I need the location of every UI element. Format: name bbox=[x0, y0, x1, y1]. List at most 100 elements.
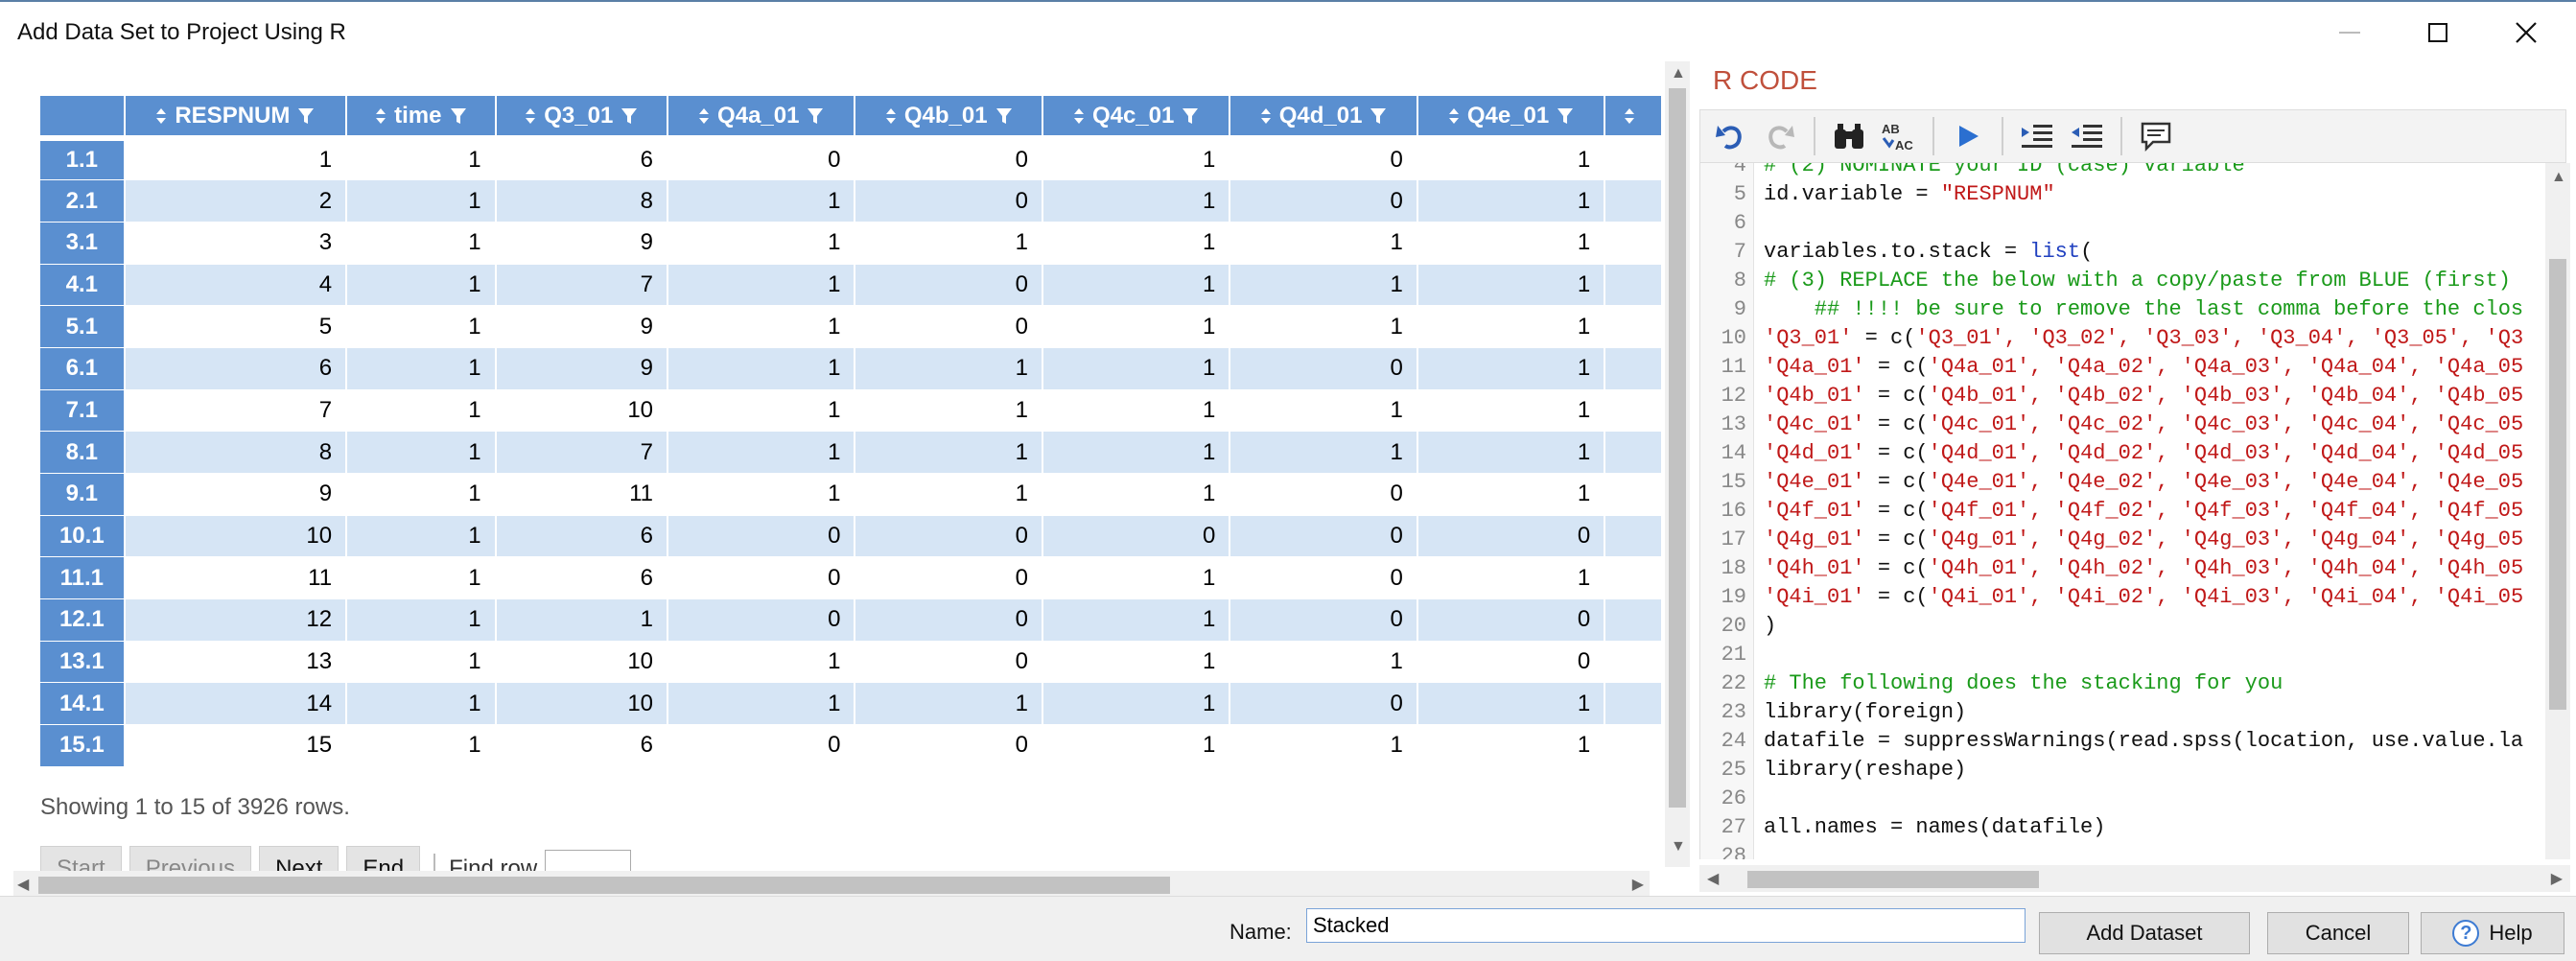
table-row[interactable]: 6.1 6 1 9 1 1 1 0 1 bbox=[40, 347, 1663, 390]
table-row[interactable]: 15.1 15 1 6 0 0 1 1 1 bbox=[40, 724, 1663, 767]
code-line: 10 'Q3_01' = c('Q3_01', 'Q3_02', 'Q3_03',… bbox=[1700, 324, 2543, 353]
column-header[interactable]: time bbox=[346, 96, 497, 141]
table-row[interactable]: 3.1 3 1 9 1 1 1 1 1 bbox=[40, 222, 1663, 265]
table-cell: 3 bbox=[124, 222, 348, 265]
column-header[interactable]: Q4c_01 bbox=[1042, 96, 1231, 141]
table-row[interactable]: 13.1 13 1 10 1 0 1 1 0 bbox=[40, 641, 1663, 684]
column-header[interactable]: RESPNUM bbox=[124, 96, 348, 141]
scroll-down-arrow-icon[interactable]: ▼ bbox=[1671, 838, 1686, 856]
column-header[interactable]: Q4b_01 bbox=[855, 96, 1043, 141]
table-cell: 1 bbox=[1042, 222, 1231, 265]
sort-icon[interactable] bbox=[698, 106, 710, 126]
filter-icon[interactable] bbox=[297, 106, 315, 126]
column-header-label: RESPNUM bbox=[175, 102, 291, 129]
table-hscroll-thumb[interactable] bbox=[38, 877, 1170, 894]
scroll-right-arrow-icon[interactable]: ▶ bbox=[2551, 869, 2563, 888]
table-cell: 1 bbox=[1042, 264, 1231, 307]
table-cell: 1 bbox=[667, 179, 856, 223]
table-horizontal-scrollbar[interactable]: ◀ ▶ bbox=[13, 871, 1650, 898]
find-button[interactable] bbox=[1827, 115, 1871, 157]
spellcheck-button[interactable]: AB AC bbox=[1877, 115, 1921, 157]
minimize-button[interactable] bbox=[2321, 12, 2378, 54]
scroll-up-arrow-icon[interactable]: ▲ bbox=[2551, 169, 2566, 186]
column-header[interactable] bbox=[1604, 96, 1663, 141]
r-code-editor[interactable]: 4 # (2) NOMINATE your ID (case) variable 5… bbox=[1699, 163, 2543, 859]
name-label: Name: bbox=[1229, 920, 1292, 944]
table-row[interactable]: 14.1 14 1 10 1 1 1 0 1 bbox=[40, 682, 1663, 726]
editor-hscroll-thumb[interactable] bbox=[1747, 871, 2039, 888]
code-token: 'Q3_01' bbox=[1764, 326, 1853, 350]
column-header[interactable]: Q4d_01 bbox=[1229, 96, 1418, 141]
sort-icon[interactable] bbox=[375, 106, 386, 126]
table-row[interactable]: 11.1 11 1 6 0 0 1 0 1 bbox=[40, 556, 1663, 600]
editor-vertical-scrollbar[interactable]: ▲ bbox=[2545, 163, 2570, 859]
dataset-name-input[interactable] bbox=[1306, 908, 2026, 943]
sort-icon[interactable] bbox=[1624, 106, 1635, 126]
sort-icon[interactable] bbox=[525, 106, 536, 126]
svg-text:AC: AC bbox=[1895, 138, 1913, 152]
table-row[interactable]: 4.1 4 1 7 1 0 1 1 1 bbox=[40, 264, 1663, 307]
filter-icon[interactable] bbox=[621, 106, 638, 126]
scroll-right-arrow-icon[interactable]: ▶ bbox=[1632, 875, 1644, 894]
help-button[interactable]: ? Help bbox=[2421, 912, 2564, 954]
editor-vscroll-thumb[interactable] bbox=[2549, 259, 2566, 710]
column-header[interactable]: Q4a_01 bbox=[667, 96, 856, 141]
undo-button[interactable] bbox=[1708, 115, 1752, 157]
table-row[interactable]: 10.1 10 1 6 0 0 0 0 0 bbox=[40, 515, 1663, 558]
table-vertical-scrollbar[interactable]: ▲ ▼ bbox=[1665, 61, 1690, 867]
column-header-content: Q4e_01 bbox=[1418, 103, 1604, 129]
row-label: 6.1 bbox=[40, 347, 126, 390]
table-cell: 1 bbox=[667, 305, 856, 348]
code-token: = c( bbox=[1864, 412, 1929, 436]
scroll-left-arrow-icon[interactable]: ◀ bbox=[1707, 869, 1719, 888]
table-row[interactable]: 8.1 8 1 7 1 1 1 1 1 bbox=[40, 431, 1663, 474]
editor-horizontal-scrollbar[interactable]: ◀ ▶ bbox=[1699, 865, 2570, 892]
scroll-up-arrow-icon[interactable]: ▲ bbox=[1671, 65, 1686, 82]
sort-icon[interactable] bbox=[1448, 106, 1460, 126]
scroll-left-arrow-icon[interactable]: ◀ bbox=[17, 875, 29, 894]
table-cell: 1 bbox=[1042, 431, 1231, 474]
filter-icon[interactable] bbox=[1557, 106, 1574, 126]
sort-icon[interactable] bbox=[885, 106, 897, 126]
table-cell: 9 bbox=[495, 347, 669, 390]
outdent-button[interactable] bbox=[2065, 115, 2109, 157]
column-header[interactable]: Q4e_01 bbox=[1417, 96, 1606, 141]
help-button-label: Help bbox=[2489, 921, 2533, 945]
filter-icon[interactable] bbox=[807, 106, 824, 126]
redo-button[interactable] bbox=[1758, 115, 1802, 157]
code-token: = c( bbox=[1864, 470, 1929, 494]
table-row[interactable]: 9.1 9 1 11 1 1 1 0 1 bbox=[40, 473, 1663, 516]
table-row[interactable]: 12.1 12 1 1 0 0 1 0 0 bbox=[40, 598, 1663, 642]
cancel-button[interactable]: Cancel bbox=[2267, 912, 2409, 954]
table-cell: 0 bbox=[855, 515, 1043, 558]
table-cell: 1 bbox=[346, 138, 497, 181]
table-row[interactable]: 5.1 5 1 9 1 0 1 1 1 bbox=[40, 305, 1663, 348]
table-row[interactable]: 1.1 1 1 6 0 0 1 0 1 bbox=[40, 138, 1663, 181]
run-button[interactable] bbox=[1946, 115, 1990, 157]
sort-icon[interactable] bbox=[155, 106, 167, 126]
table-vscroll-thumb[interactable] bbox=[1669, 88, 1686, 808]
column-header-label: Q4e_01 bbox=[1466, 102, 1550, 129]
table-cell: 0 bbox=[1229, 598, 1418, 642]
table-row[interactable]: 2.1 2 1 8 1 0 1 0 1 bbox=[40, 179, 1663, 223]
table-cell: 1 bbox=[346, 682, 497, 726]
close-button[interactable] bbox=[2497, 12, 2555, 54]
column-header-label: Q4b_01 bbox=[903, 102, 988, 129]
sort-icon[interactable] bbox=[1260, 106, 1272, 126]
filter-icon[interactable] bbox=[1370, 106, 1387, 126]
code-line: 15 'Q4e_01' = c('Q4e_01', 'Q4e_02', 'Q4e_… bbox=[1700, 468, 2543, 497]
code-token: 'Q4h_01', 'Q4h_02', 'Q4h_03', 'Q4h_04', … bbox=[1928, 556, 2524, 580]
table-row[interactable]: 7.1 7 1 10 1 1 1 1 1 bbox=[40, 389, 1663, 433]
comment-button[interactable] bbox=[2134, 115, 2178, 157]
filter-icon[interactable] bbox=[995, 106, 1013, 126]
column-header[interactable]: Q3_01 bbox=[495, 96, 669, 141]
filter-icon[interactable] bbox=[1182, 106, 1199, 126]
row-label: 11.1 bbox=[40, 556, 126, 600]
add-dataset-button[interactable]: Add Dataset bbox=[2039, 912, 2250, 954]
filter-icon[interactable] bbox=[450, 106, 467, 126]
maximize-button[interactable] bbox=[2409, 12, 2467, 54]
code-token: 'Q4d_01', 'Q4d_02', 'Q4d_03', 'Q4d_04', … bbox=[1928, 441, 2524, 465]
sort-icon[interactable] bbox=[1073, 106, 1085, 126]
column-header-content: Q4a_01 bbox=[668, 103, 854, 129]
indent-button[interactable] bbox=[2015, 115, 2059, 157]
